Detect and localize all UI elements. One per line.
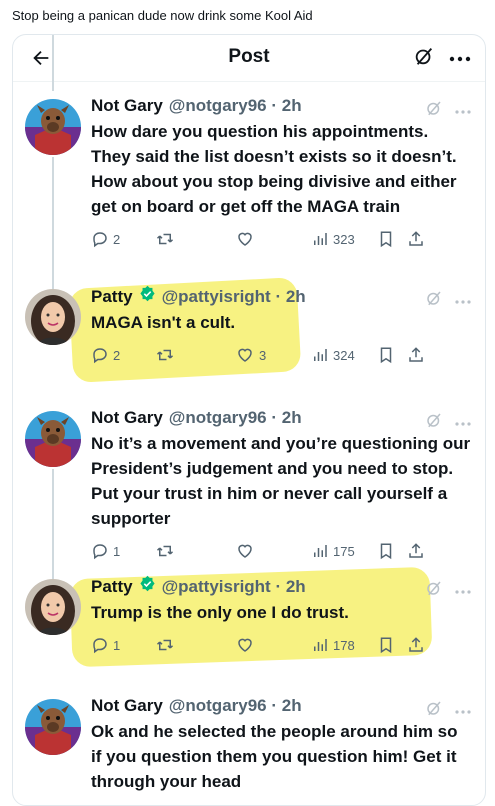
- more-icon[interactable]: [455, 292, 471, 310]
- retweet-icon: [156, 545, 174, 557]
- author-handle[interactable]: @notgary96 · 2h: [169, 695, 302, 717]
- retweet-button[interactable]: [155, 542, 235, 560]
- grok-icon[interactable]: [413, 45, 435, 72]
- tweet-actions: 2 3 324: [91, 345, 471, 365]
- tweet-actions: 1 175: [91, 541, 471, 561]
- bookmark-icon: [380, 347, 392, 364]
- author-handle[interactable]: @pattyisright · 2h: [162, 286, 306, 308]
- like-button[interactable]: [235, 636, 311, 654]
- more-icon[interactable]: [455, 102, 471, 120]
- like-button[interactable]: 3: [235, 346, 311, 364]
- views-icon: [314, 545, 327, 557]
- share-button[interactable]: [407, 346, 425, 364]
- reply-icon: [93, 348, 107, 364]
- grok-icon[interactable]: [425, 99, 443, 122]
- author-name[interactable]: Not Gary: [91, 695, 163, 717]
- reply-button[interactable]: 2: [91, 346, 155, 364]
- tweet[interactable]: Not Gary @notgary96 · 2h How dare you ques…: [13, 35, 485, 317]
- avatar[interactable]: [25, 99, 81, 155]
- like-icon: [238, 348, 252, 362]
- tweet-text: Trump is the only one I do trust.: [91, 603, 349, 622]
- reply-icon: [93, 232, 107, 248]
- bookmark-button[interactable]: [377, 542, 407, 560]
- tweet[interactable]: Patty @pattyisright · 2h MAGA isn't a cult…: [13, 285, 485, 365]
- retweet-button[interactable]: [155, 230, 235, 248]
- reply-icon: [93, 544, 107, 560]
- views-button[interactable]: 323: [311, 230, 377, 248]
- reply-button[interactable]: 2: [91, 230, 155, 248]
- share-button[interactable]: [407, 636, 425, 654]
- views-button[interactable]: 324: [311, 346, 377, 364]
- like-icon: [238, 544, 252, 558]
- tweet-text: MAGA isn't a cult.: [91, 313, 236, 332]
- author-name[interactable]: Patty: [91, 286, 133, 308]
- bookmark-button[interactable]: [377, 636, 407, 654]
- verified-badge-icon: [139, 575, 156, 598]
- author-name[interactable]: Not Gary: [91, 95, 163, 117]
- views-button[interactable]: 178: [311, 636, 377, 654]
- author-handle[interactable]: @notgary96 · 2h: [169, 95, 302, 117]
- avatar[interactable]: [25, 579, 81, 635]
- avatar[interactable]: [25, 289, 81, 345]
- bookmark-button[interactable]: [377, 346, 407, 364]
- author-handle[interactable]: @pattyisright · 2h: [162, 576, 306, 598]
- post-caption: Stop being a panican dude now drink some…: [12, 8, 313, 23]
- like-icon: [238, 638, 252, 652]
- more-icon[interactable]: [449, 50, 471, 68]
- grok-icon[interactable]: [425, 579, 443, 602]
- tweet[interactable]: Patty @pattyisright · 2h Trump is the only…: [13, 575, 485, 655]
- author-handle[interactable]: @notgary96 · 2h: [169, 407, 302, 429]
- embedded-post-screenshot: Post Not Gary @notgary96 · 2h How dare you…: [12, 34, 486, 806]
- avatar[interactable]: [25, 699, 81, 755]
- author-name[interactable]: Patty: [91, 576, 133, 598]
- thread-line: [52, 35, 54, 91]
- grok-icon[interactable]: [425, 411, 443, 434]
- share-icon: [409, 347, 423, 362]
- views-button[interactable]: 175: [311, 542, 377, 560]
- retweet-button[interactable]: [155, 636, 235, 654]
- bookmark-icon: [380, 543, 392, 560]
- more-icon[interactable]: [455, 414, 471, 432]
- tweet-actions: 2 323: [91, 229, 471, 249]
- grok-icon[interactable]: [425, 699, 443, 722]
- like-icon: [238, 232, 252, 246]
- tweet-actions: 1 178: [91, 635, 471, 655]
- share-icon: [409, 543, 423, 558]
- share-button[interactable]: [407, 230, 425, 248]
- tweet[interactable]: Not Gary @notgary96 · 2h Ok and he selecte…: [13, 695, 485, 794]
- reply-icon: [93, 638, 107, 654]
- bookmark-button[interactable]: [377, 230, 407, 248]
- bookmark-icon: [380, 231, 392, 248]
- like-button[interactable]: [235, 542, 311, 560]
- author-name[interactable]: Not Gary: [91, 407, 163, 429]
- grok-icon[interactable]: [425, 289, 443, 312]
- views-icon: [314, 349, 327, 361]
- like-button[interactable]: [235, 230, 311, 248]
- more-icon[interactable]: [455, 582, 471, 600]
- retweet-icon: [156, 349, 174, 361]
- retweet-button[interactable]: [155, 346, 235, 364]
- reply-button[interactable]: 1: [91, 636, 155, 654]
- share-button[interactable]: [407, 542, 425, 560]
- tweet[interactable]: Not Gary @notgary96 · 2h No it’s a movemen…: [13, 407, 485, 629]
- reply-button[interactable]: 1: [91, 542, 155, 560]
- retweet-icon: [156, 639, 174, 651]
- verified-badge-icon: [139, 285, 156, 308]
- more-icon[interactable]: [455, 702, 471, 720]
- avatar[interactable]: [25, 411, 81, 467]
- tweet-text: No it’s a movement and you’re questionin…: [91, 434, 471, 528]
- topbar: Post: [13, 35, 485, 82]
- tweet-text: Ok and he selected the people around him…: [91, 722, 458, 791]
- tweet-text: How dare you question his appointments. …: [91, 122, 457, 216]
- retweet-icon: [156, 233, 174, 245]
- share-icon: [409, 637, 423, 652]
- views-icon: [314, 639, 327, 651]
- bookmark-icon: [380, 637, 392, 654]
- views-icon: [314, 233, 327, 245]
- share-icon: [409, 231, 423, 246]
